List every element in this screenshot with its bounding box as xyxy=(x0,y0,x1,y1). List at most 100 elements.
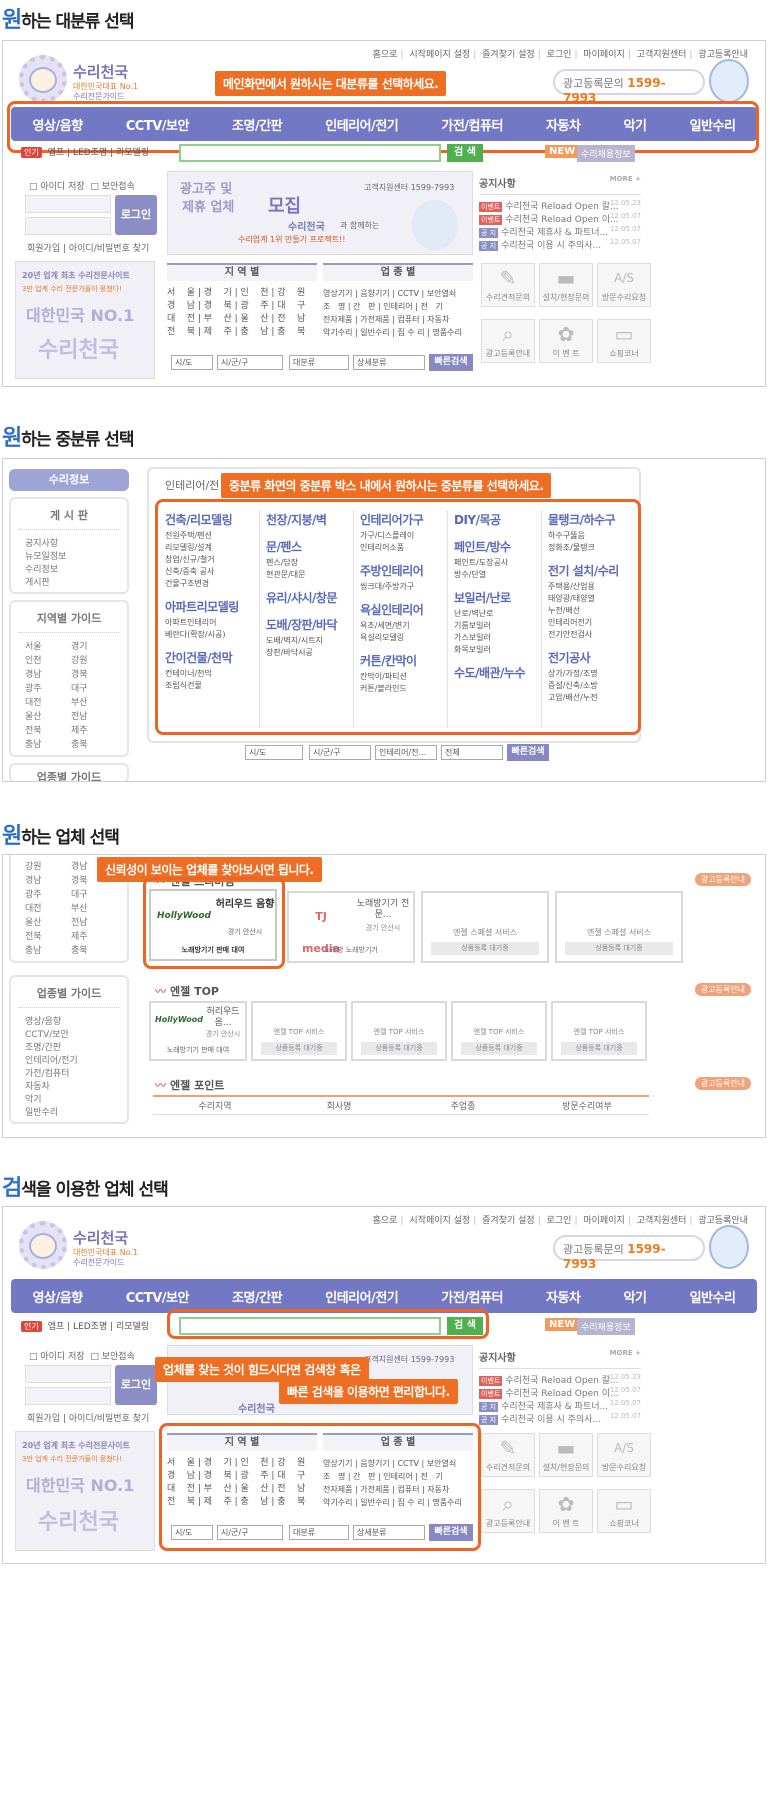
category-group[interactable]: 물탱크/하수구 xyxy=(548,511,631,528)
category-item[interactable]: 가스보일러 xyxy=(454,632,537,644)
gungu-select[interactable]: 시/군/구 xyxy=(217,355,283,370)
category-item[interactable]: 난로/벽난로 xyxy=(454,608,537,620)
category-item[interactable]: 기름보일러 xyxy=(454,620,537,632)
more-link[interactable]: MORE + xyxy=(610,175,641,183)
sido-select[interactable]: 시/도 xyxy=(171,355,213,370)
category-item[interactable]: 인테리어소품 xyxy=(360,542,443,554)
login-button[interactable]: 로그인 xyxy=(115,195,157,235)
detail-select[interactable]: 상세분류 xyxy=(353,355,425,370)
category-item[interactable]: 신축/증축 공사 xyxy=(165,566,255,578)
category-group[interactable]: 보일러/난로 xyxy=(454,589,537,606)
mypage-link[interactable]: 마이페이지 xyxy=(583,50,624,60)
event-button[interactable]: ✿ 이 벤 트 xyxy=(539,319,593,363)
id-field[interactable] xyxy=(25,195,111,213)
top-service-card[interactable]: 엔젤 TOP 서비스 상품등록 대기중 xyxy=(351,1001,447,1061)
support-link[interactable]: 고객지원센터 xyxy=(637,50,687,60)
id-field[interactable] xyxy=(25,1365,111,1383)
major-select[interactable]: 인테리어/전... xyxy=(375,745,437,760)
top-service-card[interactable]: 엔젤 TOP 서비스 상품등록 대기중 xyxy=(451,1001,547,1061)
category-group[interactable]: 수도/배관/누수 xyxy=(454,664,537,681)
category-item[interactable]: 욕실리모델링 xyxy=(360,632,443,644)
region-grid[interactable]: 서 울 | 경 기 | 인 천 | 강 원 경 남 | 경 북 | 광 주 | … xyxy=(167,287,317,339)
password-field[interactable] xyxy=(25,1387,111,1405)
category-group[interactable]: 욕실인테리어 xyxy=(360,601,443,618)
sido-select[interactable]: 시/도 xyxy=(245,745,303,760)
category-item[interactable]: 창업/신규/철거 xyxy=(165,554,255,566)
category-group[interactable]: 전기공사 xyxy=(548,649,631,666)
quick-search-button[interactable]: 빠른검색 xyxy=(507,744,549,761)
category-item[interactable]: 씽크대/주방가구 xyxy=(360,581,443,593)
install-button[interactable]: ▬ 설치/현장문의 xyxy=(539,263,593,307)
login-link[interactable]: 로그인 xyxy=(547,50,572,60)
category-item[interactable]: 베란다(확장/시공) xyxy=(165,629,255,641)
category-group[interactable]: 도배/장판/바닥 xyxy=(266,616,349,633)
category-item[interactable]: 화목보일러 xyxy=(454,644,537,656)
favorite-link[interactable]: 즐겨찾기 설정 xyxy=(482,50,535,60)
search-button[interactable]: 검 색 xyxy=(447,144,483,162)
industry-grid[interactable]: 영상기기 | 음향기기 | CCTV | 보안열쇠 조 명 | 간 판 | 인테… xyxy=(323,287,473,339)
category-item[interactable]: 하수구뚫음 xyxy=(548,530,631,542)
category-group[interactable]: 간이건물/천막 xyxy=(165,649,255,666)
category-group[interactable]: 페인트/방수 xyxy=(454,538,537,555)
category-item[interactable]: 욕조/세면/변기 xyxy=(360,620,443,632)
category-item[interactable]: 가구/디스플레이 xyxy=(360,530,443,542)
top-service-card[interactable]: 엔젤 TOP 서비스 상품등록 대기중 xyxy=(551,1001,647,1061)
category-item[interactable]: 누전/배선 xyxy=(548,605,631,617)
category-item[interactable]: 고압/배선/누전 xyxy=(548,692,631,704)
recruit-banner[interactable]: 광고주 및 제휴 업체 모집 고객지원센터 1599-7993 수리천국 과 함… xyxy=(167,171,473,255)
quick-search-button[interactable]: 빠른검색 xyxy=(429,354,473,371)
category-group[interactable]: 인테리어가구 xyxy=(360,511,443,528)
site-logo[interactable]: 수리천국 대한민국대표 No.1 수리전문가이드 xyxy=(19,1219,159,1274)
login-button[interactable]: 로그인 xyxy=(115,1365,157,1405)
category-item[interactable]: 주택용/산업용 xyxy=(548,581,631,593)
category-item[interactable]: 아파트인테리어 xyxy=(165,617,255,629)
search-input[interactable] xyxy=(179,144,441,162)
shopping-button[interactable]: ▭ 쇼핑코너 xyxy=(597,319,651,363)
notice-row[interactable]: 공 지 수리천국 이용 시 주의사... 12.05.07 xyxy=(479,238,641,251)
category-item[interactable]: 증설/신축/소방 xyxy=(548,680,631,692)
ad-guide-badge[interactable]: 광고등록안내 xyxy=(694,983,751,996)
category-item[interactable]: 조립식건물 xyxy=(165,680,255,692)
service-card[interactable]: 엔젤 스페셜 서비스 상품등록 대기중 xyxy=(555,891,683,963)
category-item[interactable]: 인테리어전기 xyxy=(548,617,631,629)
notice-row[interactable]: 이벤트 수리천국 Reload Open 이... 12.05.07 xyxy=(479,212,641,225)
category-group[interactable]: 커튼/칸막이 xyxy=(360,652,443,669)
category-item[interactable]: 커튼/블라인드 xyxy=(360,683,443,695)
category-item[interactable]: 펜스/담장 xyxy=(266,557,349,569)
category-item[interactable]: 상가/가정/조명 xyxy=(548,668,631,680)
category-group[interactable]: DIY/목공 xyxy=(454,511,537,528)
recruit-link[interactable]: 수리채용정보 xyxy=(577,145,635,162)
estimate-button[interactable]: ✎ 수리견적문의 xyxy=(481,263,535,307)
category-item[interactable]: 페인트/도장공사 xyxy=(454,557,537,569)
category-item[interactable]: 장판/바닥시공 xyxy=(266,647,349,659)
category-group[interactable]: 아파트리모델링 xyxy=(165,598,255,615)
category-item[interactable]: 현관문/대문 xyxy=(266,569,349,581)
category-item[interactable]: 컨테이너/천막 xyxy=(165,668,255,680)
company-card-tj[interactable]: TJ media 노래방기기 전문... 경기 안산시 노래방 노래방기기 xyxy=(287,891,415,963)
category-item[interactable]: 방수/단열 xyxy=(454,569,537,581)
visit-repair-button[interactable]: A/S 방문수리요청 xyxy=(597,263,651,307)
category-item[interactable]: 전기안전검사 xyxy=(548,629,631,641)
service-card[interactable]: 엔젤 스페셜 서비스 상품등록 대기중 xyxy=(421,891,549,963)
ad-guide-button[interactable]: ⌕ 광고등록안내 xyxy=(481,319,535,363)
category-group[interactable]: 문/펜스 xyxy=(266,538,349,555)
major-select[interactable]: 대분류 xyxy=(289,355,349,370)
category-group[interactable]: 천장/지붕/벽 xyxy=(266,511,349,528)
side-banner[interactable]: 20년 업계 최초 수리전문사이트 3만 업계 수리 전문가들이 뭉쳤다! 대한… xyxy=(15,1431,155,1551)
category-item[interactable]: 정화조/물탱크 xyxy=(548,542,631,554)
ad-guide-badge[interactable]: 광고등록안내 xyxy=(694,873,751,886)
category-item[interactable]: 태양광/태양열 xyxy=(548,593,631,605)
notice-row[interactable]: 이벤트 수리천국 Reload Open 칼... 12.05.23 xyxy=(479,199,641,212)
login-links[interactable]: 회원가입 | 아이디/비밀번호 찾기 xyxy=(27,241,149,254)
category-item[interactable]: 리모델링/설계 xyxy=(165,542,255,554)
top-service-card[interactable]: 엔젤 TOP 서비스 상품등록 대기중 xyxy=(251,1001,347,1061)
password-field[interactable] xyxy=(25,217,111,235)
category-group[interactable]: 유리/샤시/창문 xyxy=(266,589,349,606)
ad-guide-link[interactable]: 광고등록안내 xyxy=(698,50,748,60)
side-banner[interactable]: 20년 업계 최초 수리전문사이트 3만 업계 수리 전문가들이 뭉쳤다! 대한… xyxy=(15,261,155,379)
gungu-select[interactable]: 시/군/구 xyxy=(309,745,371,760)
category-group[interactable]: 전기 설치/수리 xyxy=(548,562,631,579)
category-item[interactable]: 도배/벽지/시트지 xyxy=(266,635,349,647)
site-logo[interactable]: 수리천국 대한민국대표 No.1 수리전문가이드 xyxy=(19,53,159,108)
category-group[interactable]: 주방인테리어 xyxy=(360,562,443,579)
